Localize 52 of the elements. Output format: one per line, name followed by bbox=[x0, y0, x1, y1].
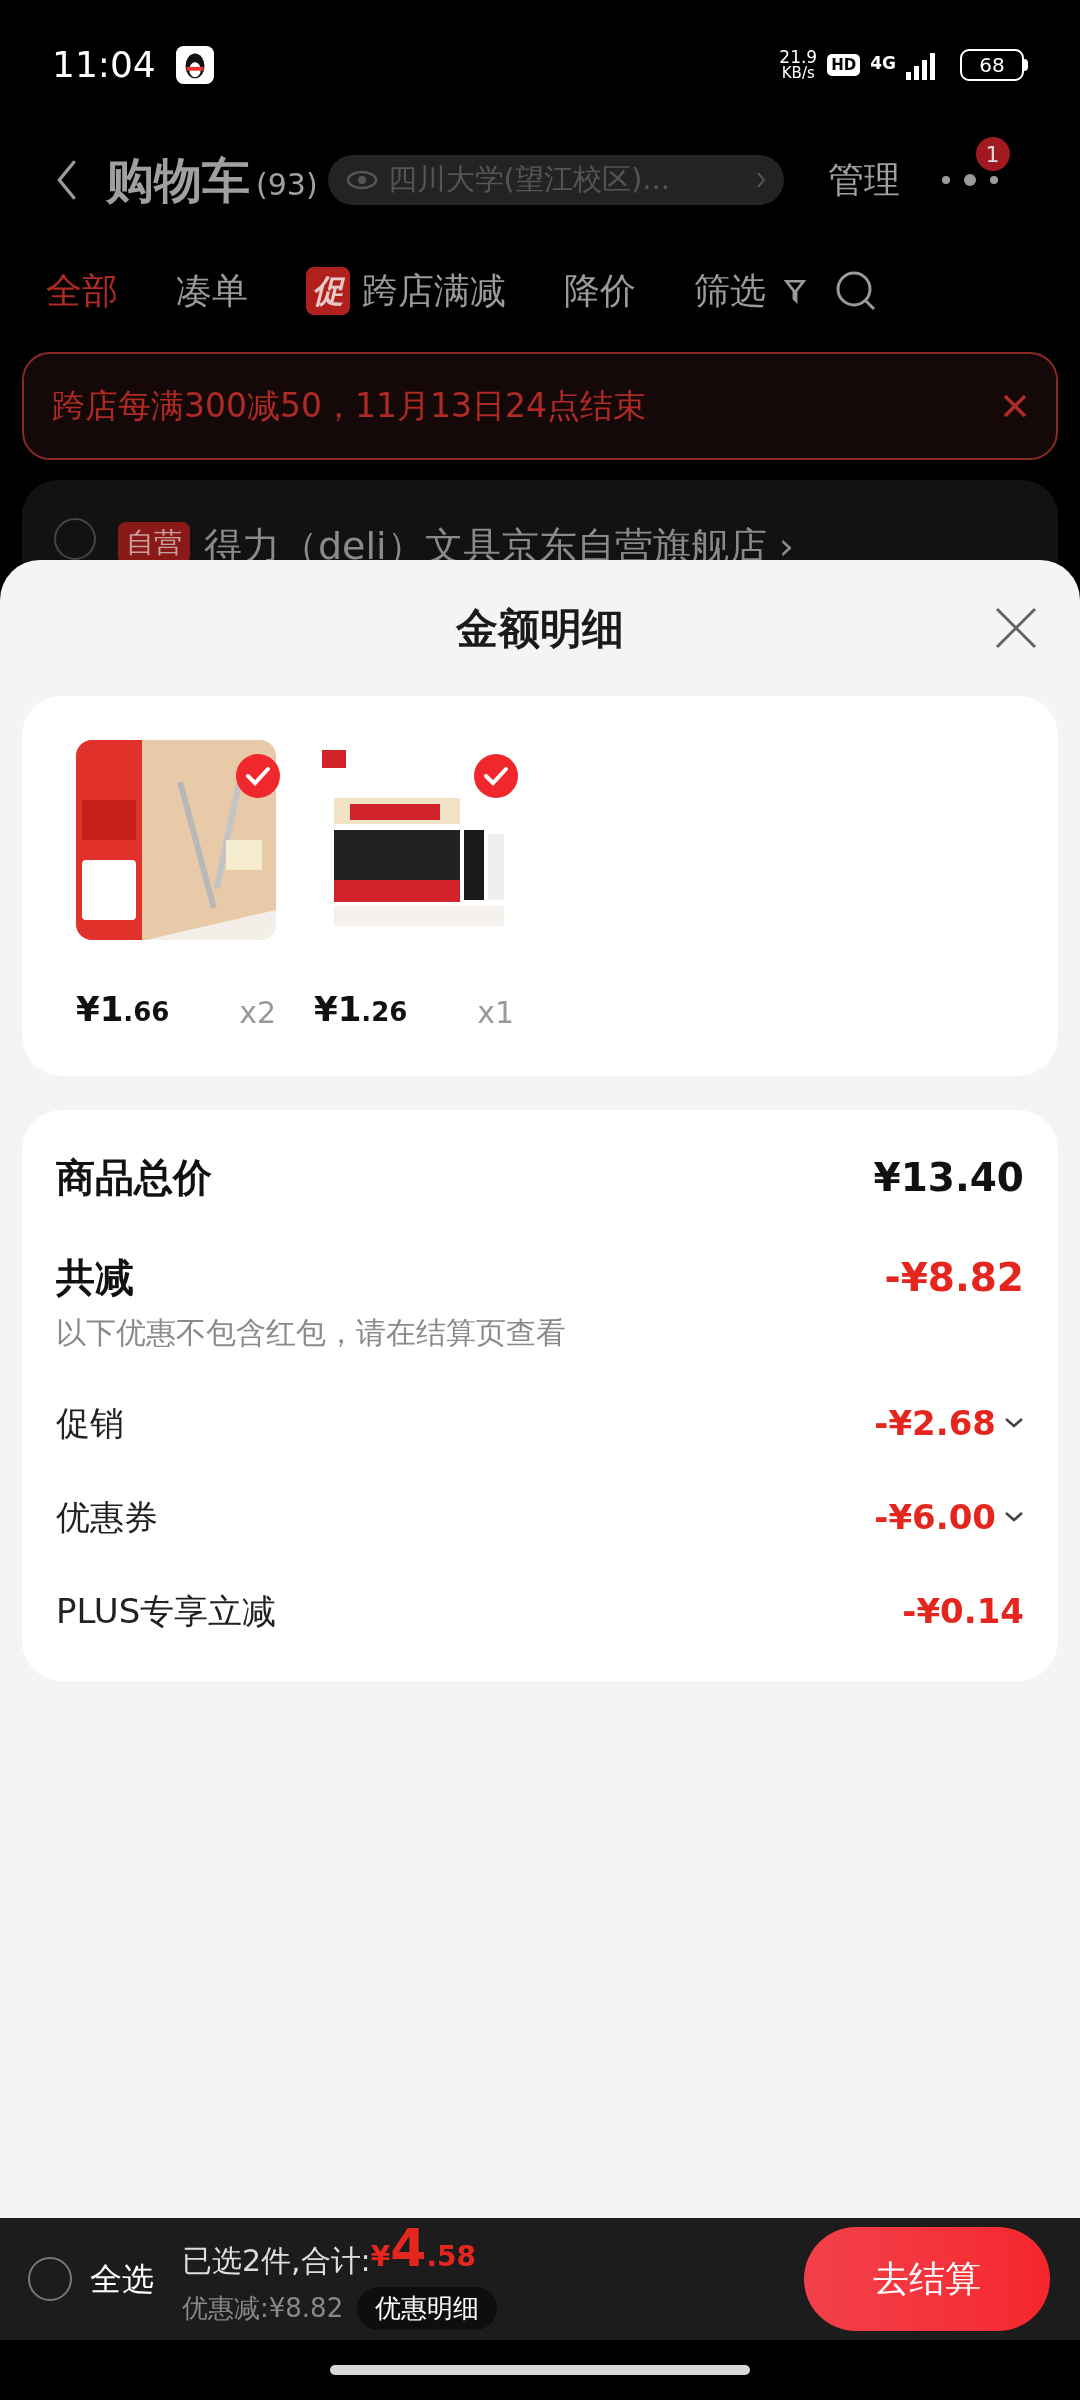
select-all-label[interactable]: 全选 bbox=[90, 2255, 154, 2303]
total-label: 商品总价 bbox=[56, 1153, 212, 1202]
discount-row-label: PLUS专享立减 bbox=[56, 1589, 277, 1633]
tab[interactable]: 降价 bbox=[564, 264, 636, 318]
more-icon[interactable] bbox=[939, 174, 1000, 186]
discount-label: 共减 bbox=[56, 1253, 134, 1302]
sheet-title: 金额明细 bbox=[456, 602, 624, 655]
eye-icon bbox=[345, 169, 378, 191]
close-icon[interactable] bbox=[994, 606, 1038, 650]
total-price: ¥4.58 bbox=[370, 2228, 476, 2280]
banner-text: 跨店每满300减50，11月13日24点结束 bbox=[52, 385, 646, 428]
checked-icon[interactable] bbox=[236, 754, 280, 798]
discount-row-value: -¥6.00 bbox=[874, 1495, 996, 1539]
item-quantity: x1 bbox=[477, 994, 514, 1032]
filter-icon bbox=[784, 278, 806, 304]
close-icon[interactable] bbox=[1002, 393, 1028, 419]
hd-badge: HD bbox=[827, 53, 861, 77]
tab[interactable]: 筛选 bbox=[694, 264, 806, 318]
item-price: ¥1.26 bbox=[314, 988, 408, 1031]
notification-badge: 1 bbox=[975, 137, 1010, 171]
checked-icon[interactable] bbox=[474, 754, 518, 798]
selected-summary: 已选2件,合计: bbox=[182, 2242, 371, 2280]
promo-tag: 促 bbox=[306, 267, 350, 315]
penguin-icon bbox=[175, 46, 214, 84]
chevron-down-icon[interactable] bbox=[1004, 1417, 1024, 1429]
discount-details-button[interactable]: 优惠明细 bbox=[357, 2287, 498, 2330]
select-all-checkbox[interactable] bbox=[28, 2257, 72, 2301]
manage-link[interactable]: 管理 bbox=[827, 153, 900, 207]
search-icon[interactable] bbox=[834, 269, 878, 313]
tab[interactable]: 凑单 bbox=[176, 264, 248, 318]
discount-note: 以下优惠不包含红包，请在结算页查看 bbox=[56, 1314, 567, 1352]
chevron-right-icon bbox=[755, 171, 766, 189]
status-time: 11:04 bbox=[52, 43, 156, 87]
network-type: 4G bbox=[870, 52, 896, 75]
tab[interactable]: 促 跨店满减 bbox=[306, 264, 506, 318]
cart-count: (93) bbox=[256, 165, 318, 204]
discount-row-label: 优惠券 bbox=[56, 1495, 158, 1539]
battery-level: 68 bbox=[979, 55, 1005, 75]
network-speed: 21.9 bbox=[779, 49, 818, 66]
page-title: 购物车 bbox=[106, 151, 250, 210]
discount-row-label: 促销 bbox=[56, 1401, 124, 1445]
chevron-down-icon[interactable] bbox=[1004, 1511, 1024, 1523]
checkout-button[interactable]: 去结算 bbox=[804, 2227, 1050, 2331]
total-value: ¥13.40 bbox=[873, 1153, 1024, 1202]
back-icon[interactable] bbox=[56, 158, 78, 202]
discount-value: -¥8.82 bbox=[884, 1253, 1024, 1302]
network-speed-unit: KB/s bbox=[781, 66, 815, 81]
saved-amount: 优惠减:¥8.82 bbox=[182, 2292, 344, 2325]
discount-row-value: -¥0.14 bbox=[902, 1589, 1024, 1633]
item-price: ¥1.66 bbox=[76, 988, 170, 1031]
discount-row-value: -¥2.68 bbox=[874, 1401, 996, 1445]
item-quantity: x2 bbox=[239, 994, 276, 1032]
